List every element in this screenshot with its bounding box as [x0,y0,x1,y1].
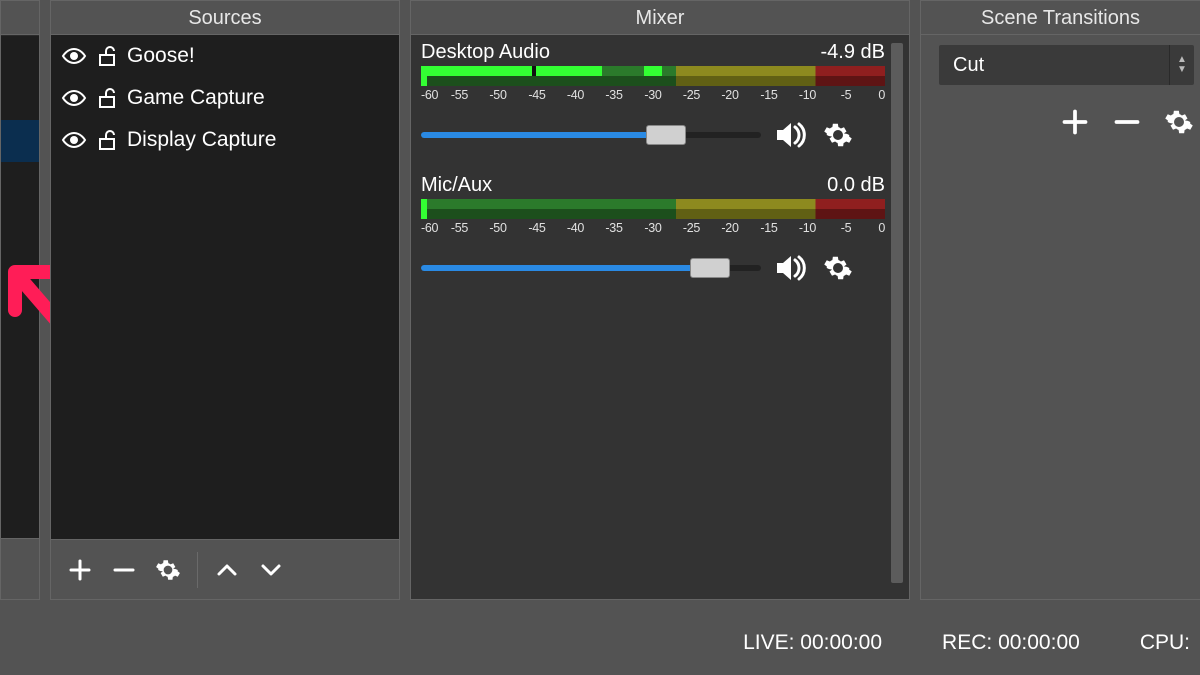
status-bar: LIVE: 00:00:00 REC: 00:00:00 CPU: [0,610,1200,675]
add-source-button[interactable] [65,555,95,585]
eye-icon[interactable] [61,130,87,150]
mixer-channel: Desktop Audio -4.9 dB -60 -55 -50 -45 [421,41,885,150]
eye-icon[interactable] [61,46,87,66]
status-cpu: CPU: [1140,631,1190,655]
mixer-scrollbar[interactable] [889,41,905,593]
sources-panel: Sources Goose! Game Capture [50,0,400,600]
source-row[interactable]: Goose! [51,35,399,77]
scenes-toolbar [1,538,39,599]
remove-source-button[interactable] [109,555,139,585]
audio-meter [421,66,885,86]
mixer-body: Desktop Audio -4.9 dB -60 -55 -50 -45 [411,35,909,599]
mixer-header: Mixer [411,1,909,35]
speaker-icon[interactable] [775,254,809,282]
lock-open-icon[interactable] [97,87,117,109]
mixer-channel: Mic/Aux 0.0 dB -60 -55 -50 -45 -40 -35 - [421,174,885,283]
mixer-channel-name: Mic/Aux [421,174,492,197]
mixer-channel-db: 0.0 dB [827,174,885,197]
add-transition-button[interactable] [1060,107,1090,137]
scene-row[interactable] [1,36,39,78]
scenes-body [1,35,39,599]
mixer-scroll-host: Desktop Audio -4.9 dB -60 -55 -50 -45 [421,41,905,593]
scrollbar-thumb[interactable] [891,43,903,583]
gear-icon [1164,107,1194,137]
gear-icon [155,557,181,583]
mixer-channel-name: Desktop Audio [421,41,550,64]
status-live: LIVE: 00:00:00 [743,631,882,655]
gear-icon[interactable] [823,120,853,150]
gear-icon[interactable] [823,253,853,283]
status-rec: REC: 00:00:00 [942,631,1080,655]
audio-meter [421,199,885,219]
minus-icon [112,558,136,582]
remove-transition-button[interactable] [1112,107,1142,137]
lock-open-icon[interactable] [97,45,117,67]
updown-icon: ▲▼ [1170,45,1194,85]
source-row[interactable]: Display Capture [51,119,399,161]
source-label: Game Capture [127,86,389,110]
move-source-up-button[interactable] [212,555,242,585]
speaker-icon[interactable] [775,121,809,149]
lock-open-icon[interactable] [97,129,117,151]
chevron-up-icon [215,558,239,582]
eye-icon[interactable] [61,88,87,108]
minus-icon [1113,108,1141,136]
toolbar-separator [197,552,198,588]
mixer-channel-db: -4.9 dB [821,41,885,64]
scene-row[interactable] [1,78,39,120]
source-label: Display Capture [127,128,389,152]
scene-transitions-header: Scene Transitions [921,1,1200,35]
transition-select-value: Cut [939,45,1170,85]
plus-icon [1061,108,1089,136]
sources-toolbar [51,539,399,599]
meter-ticks: -60 -55 -50 -45 -40 -35 -30 -25 -20 -15 … [421,88,885,106]
move-source-down-button[interactable] [256,555,286,585]
scene-transitions-panel: Scene Transitions Cut ▲▼ [920,0,1200,600]
source-properties-button[interactable] [153,555,183,585]
source-row[interactable]: Game Capture [51,77,399,119]
plus-icon [68,558,92,582]
scene-transitions-body: Cut ▲▼ [921,35,1200,599]
transition-properties-button[interactable] [1164,107,1194,137]
sources-body: Goose! Game Capture Display Capture [51,35,399,599]
source-label: Goose! [127,44,389,68]
meter-ticks: -60 -55 -50 -45 -40 -35 -30 -25 -20 -15 … [421,221,885,239]
volume-slider[interactable] [421,258,761,278]
transition-select[interactable]: Cut ▲▼ [939,45,1194,85]
mixer-panel: Mixer Desktop Audio -4.9 dB -60 [410,0,910,600]
volume-slider[interactable] [421,125,761,145]
sources-header: Sources [51,1,399,35]
chevron-down-icon [259,558,283,582]
scenes-header [1,1,39,35]
scenes-panel [0,0,40,600]
scene-row-selected[interactable] [1,120,39,162]
